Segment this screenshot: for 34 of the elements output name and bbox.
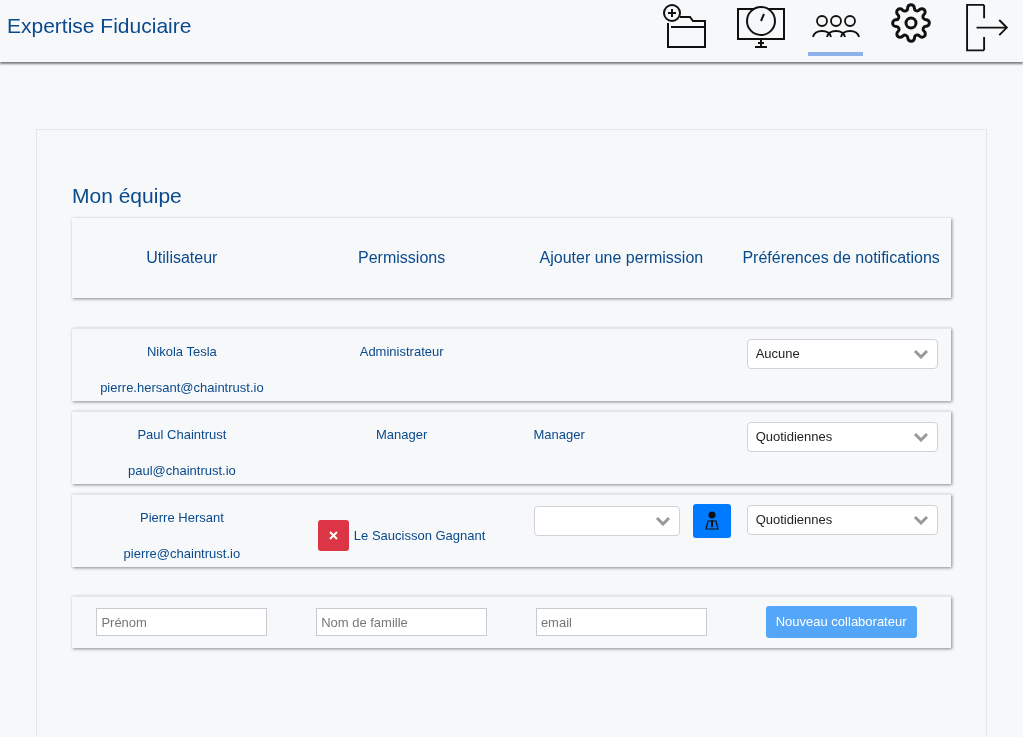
dropdown[interactable]: Aucune [746,338,938,369]
column-header: Permissions [357,248,447,267]
permission-label: Manager [533,426,585,442]
user-email: paul@chaintrust.io [127,462,236,480]
user-name: Pierre Hersant [139,508,224,527]
monitor-gauge-icon [734,3,787,51]
permission-label: Manager [375,426,428,442]
user-email: pierre@chaintrust.io [123,545,241,563]
dropdown[interactable]: Quotidiennes [746,504,938,535]
settings-icon [890,3,931,43]
input-field[interactable]: email [535,608,707,636]
column-header: Ajouter une permission [538,248,705,267]
user-name: Paul Chaintrust [137,425,227,444]
close-icon [328,531,338,540]
chevron-icon [912,514,929,525]
remove-button[interactable] [317,520,349,551]
dropdown-value: Quotidiennes [755,510,833,529]
permission-label: Le Saucisson Gagnant [353,526,486,545]
column-header: Utilisateur [145,248,219,267]
dropdown[interactable]: Quotidiennes [746,421,938,452]
column-header: Préférences de notifications [741,248,941,267]
chevron-icon [912,431,929,442]
dropdown-value: Quotidiennes [755,427,833,446]
app-title: Expertise Fiduciaire [7,13,192,39]
section-title: Mon équipe [72,183,183,209]
input-field[interactable]: Prénom [96,608,268,636]
input-field[interactable]: Nom de famille [316,608,488,636]
chevron-icon [654,516,671,526]
user-name: Nikola Tesla [146,342,217,361]
chevron-icon [912,348,929,359]
permission-label: Administrateur [359,343,444,359]
assign-button[interactable] [692,504,732,538]
dropdown-value: Aucune [755,344,800,363]
user-email: pierre.hersant@chaintrust.io [100,379,264,397]
